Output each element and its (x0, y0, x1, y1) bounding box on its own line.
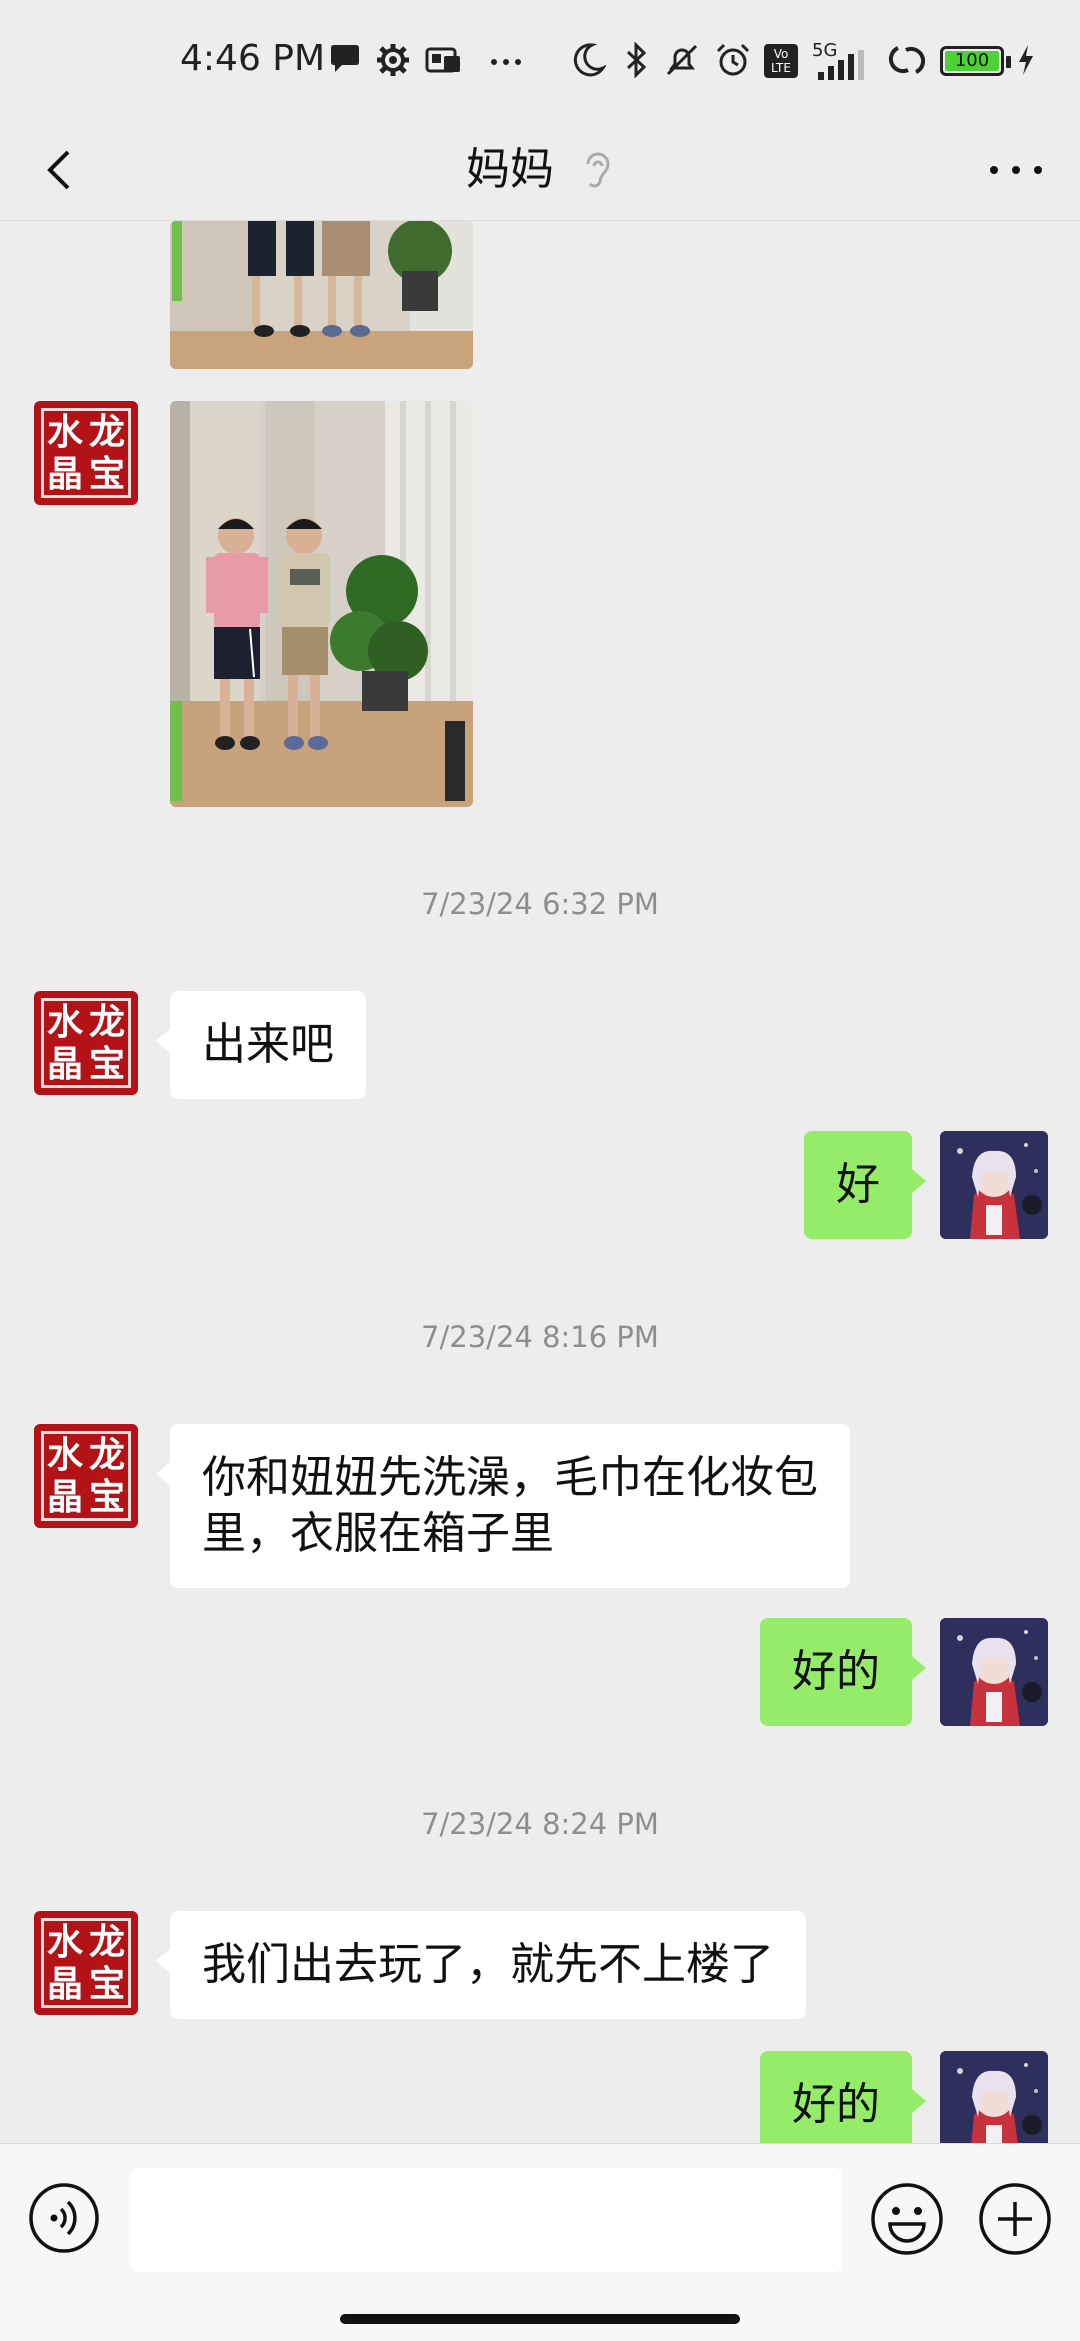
battery-level: 100 (945, 51, 999, 71)
battery-icon: 100 (940, 46, 1004, 76)
message-text: 你和妞妞先洗澡，毛巾在化妆包 (202, 1452, 818, 1503)
bluetooth-icon (626, 42, 647, 78)
status-bar: 4:46 PM Vo LTE 5G 100 (0, 0, 1080, 120)
contact-avatar[interactable]: 水龙晶宝 (34, 991, 138, 1095)
contact-name: 妈妈 (466, 144, 554, 195)
message-text: 好的 (792, 2079, 880, 2130)
signal-icon (818, 50, 864, 80)
image-message[interactable] (170, 401, 473, 807)
avatar-char: 宝 (88, 1476, 125, 1518)
message-bubble-received[interactable]: 你和妞妞先洗澡，毛巾在化妆包 里，衣服在箱子里 (156, 1424, 850, 1588)
message-bubble-sent[interactable]: 好的 (760, 2051, 926, 2143)
avatar-char: 水 (46, 1434, 83, 1476)
more-icon[interactable] (986, 160, 1046, 180)
avatar-char: 水 (46, 1001, 83, 1043)
message-list[interactable]: 水龙 晶宝 7/23/24 6:32 PM 水 龙 晶 宝 出来吧 好 7/23… (0, 221, 1080, 2143)
voice-icon[interactable] (28, 2182, 100, 2254)
message-text: 好的 (792, 1646, 880, 1697)
charging-icon (1019, 45, 1033, 75)
message-bubble-sent[interactable]: 好的 (760, 1618, 926, 1726)
photo-two-boys-cropped (170, 221, 473, 369)
plus-icon[interactable] (978, 2182, 1052, 2256)
volte-icon: Vo LTE (764, 44, 798, 78)
battery-tip (1006, 56, 1011, 68)
gear-icon (377, 44, 409, 76)
anime-avatar-image (940, 2051, 1048, 2143)
input-bar (0, 2143, 1080, 2341)
hotspot-icon (888, 46, 926, 74)
alarm-icon (716, 43, 750, 76)
my-avatar[interactable] (940, 1618, 1048, 1726)
avatar-char: 龙 (88, 1434, 125, 1476)
message-timestamp: 7/23/24 8:16 PM (421, 1320, 659, 1354)
emoji-icon[interactable] (870, 2182, 944, 2256)
contact-avatar[interactable]: 水龙 晶宝 (34, 401, 138, 505)
anime-avatar-image (940, 1131, 1048, 1239)
message-bubble-received[interactable]: 我们出去玩了，就先不上楼了 (156, 1911, 806, 2019)
moon-icon (573, 43, 606, 77)
avatar-char: 龙 (88, 1921, 125, 1963)
ear-icon (586, 152, 610, 188)
message-text: 出来吧 (202, 1019, 334, 1070)
message-text: 我们出去玩了，就先不上楼了 (202, 1939, 774, 1990)
avatar-char: 宝 (88, 1963, 125, 2005)
avatar-char: 晶 (46, 1476, 83, 1518)
message-timestamp: 7/23/24 8:24 PM (421, 1807, 659, 1841)
avatar-char: 晶 (46, 1963, 83, 2005)
my-avatar[interactable] (940, 2051, 1048, 2143)
chat-title: 妈妈 (0, 120, 1080, 220)
status-time: 4:46 PM (180, 38, 326, 79)
sim-icon (425, 47, 460, 73)
message-bubble-received[interactable]: 出来吧 (156, 991, 366, 1099)
bell-off-icon (666, 44, 698, 76)
chat-bubble-icon (331, 45, 359, 72)
anime-avatar-image (940, 1618, 1048, 1726)
home-indicator[interactable] (340, 2314, 740, 2324)
avatar-char: 晶 (46, 1043, 83, 1085)
avatar-char: 龙 (88, 1001, 125, 1043)
avatar-char: 宝 (88, 1043, 125, 1085)
message-text: 里，衣服在箱子里 (202, 1508, 554, 1559)
more-dots-icon (491, 59, 521, 65)
my-avatar[interactable] (940, 1131, 1048, 1239)
image-message[interactable] (170, 221, 473, 369)
chat-header: 妈妈 (0, 120, 1080, 221)
message-bubble-sent[interactable]: 好 (804, 1131, 926, 1239)
contact-avatar[interactable]: 水龙晶宝 (34, 1911, 138, 2015)
avatar-char: 水 (46, 1921, 83, 1963)
message-text: 好 (836, 1159, 880, 1210)
message-timestamp: 7/23/24 6:32 PM (421, 887, 659, 921)
photo-two-boys (170, 401, 473, 807)
contact-avatar[interactable]: 水龙晶宝 (34, 1424, 138, 1528)
message-input[interactable] (130, 2168, 842, 2272)
